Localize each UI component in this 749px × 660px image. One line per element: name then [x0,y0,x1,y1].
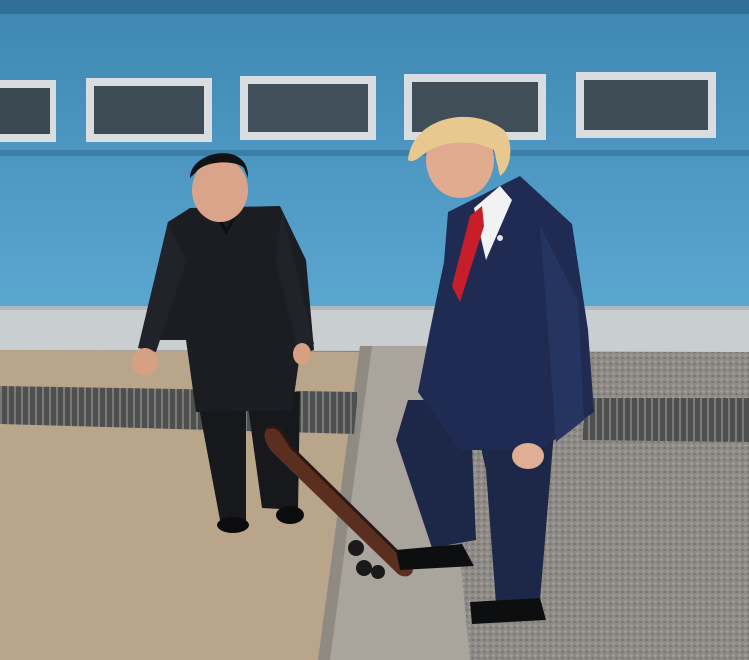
window [576,72,716,138]
drainage-grate-right [582,398,749,442]
photo-scene [0,0,749,660]
window [86,78,212,142]
blue-building-wall [0,0,749,310]
window [240,76,376,140]
window [0,80,56,142]
photo-illustration [0,0,749,660]
wall-concrete-base [0,306,749,352]
building-windows [0,72,716,142]
